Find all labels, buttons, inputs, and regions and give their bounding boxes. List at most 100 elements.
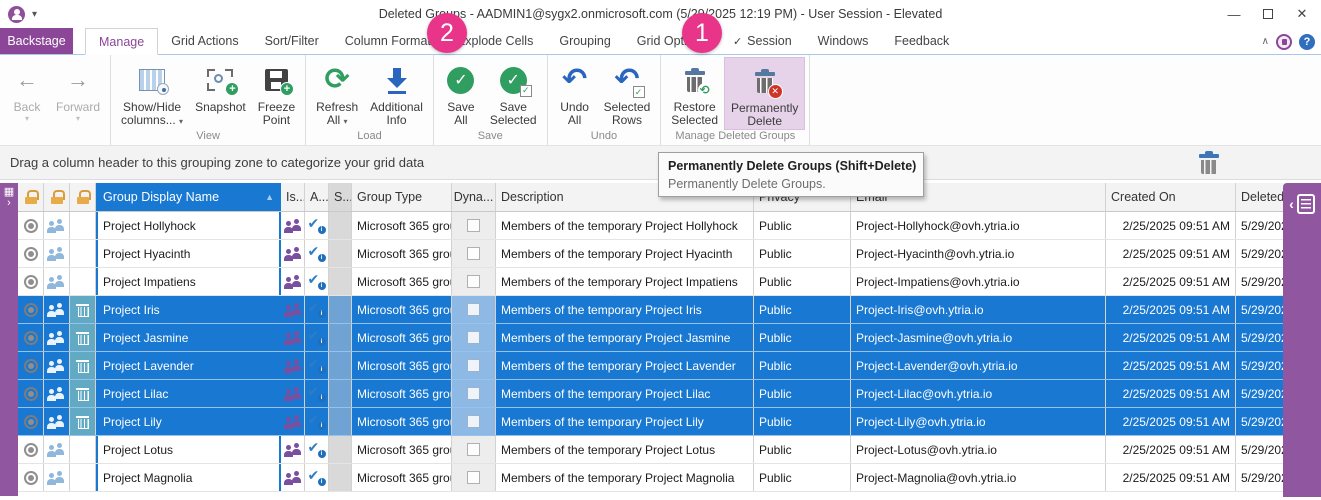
cell-dynamic[interactable] [452,324,496,351]
cell-display-name[interactable]: Project Hollyhock [96,212,281,239]
cell-description[interactable]: Members of the temporary Project Impatie… [496,268,754,295]
row-delete-flag-cell[interactable] [70,352,96,379]
cell-display-name[interactable]: Project Jasmine [96,324,281,351]
cell-privacy[interactable]: Public [754,352,851,379]
cell-group-type[interactable]: Microsoft 365 group [352,436,452,463]
row-delete-flag-cell[interactable] [70,268,96,295]
cell-display-name[interactable]: Project Iris [96,296,281,323]
cell-is-teams[interactable] [281,212,305,239]
tab-grouping[interactable]: Grouping [546,28,623,54]
cell-additional-info[interactable]: ✔i [305,296,329,323]
cell-email[interactable]: Project-Magnolia@ovh.ytria.io [851,464,1106,491]
header-dynamic[interactable]: Dyna... [452,183,496,211]
tab-manage[interactable]: Manage [85,28,158,55]
cell-s[interactable] [329,464,352,491]
header-lock-2[interactable] [44,183,70,211]
row-focus-cell[interactable] [18,464,44,491]
cell-display-name[interactable]: Project Magnolia [96,464,281,491]
dynamic-checkbox[interactable] [467,219,480,232]
cell-display-name[interactable]: Project Lotus [96,436,281,463]
cell-dynamic[interactable] [452,212,496,239]
dynamic-checkbox[interactable] [467,443,480,456]
row-delete-flag-cell[interactable] [70,408,96,435]
table-row[interactable]: Project Magnolia✔iMicrosoft 365 groupMem… [18,464,1321,492]
cell-privacy[interactable]: Public [754,296,851,323]
cell-email[interactable]: Project-Lily@ovh.ytria.io [851,408,1106,435]
cell-created-on[interactable]: 2/25/2025 09:51 AM [1106,352,1236,379]
table-row[interactable]: Project Lavender✔iMicrosoft 365 groupMem… [18,352,1321,380]
row-members-cell[interactable] [44,268,70,295]
cell-privacy[interactable]: Public [754,268,851,295]
row-members-cell[interactable] [44,380,70,407]
cell-group-type[interactable]: Microsoft 365 group [352,380,452,407]
save-selected-button[interactable]: ✓✓SaveSelected [484,57,543,130]
table-row[interactable]: Project Lily✔iMicrosoft 365 groupMembers… [18,408,1321,436]
dynamic-checkbox[interactable] [467,247,480,260]
row-delete-flag-cell[interactable] [70,212,96,239]
assistant-badge-icon[interactable] [1276,34,1292,50]
header-group-display-name[interactable]: Group Display Name▲ [96,183,281,211]
cell-privacy[interactable]: Public [754,240,851,267]
row-focus-cell[interactable] [18,408,44,435]
cell-dynamic[interactable] [452,268,496,295]
row-focus-cell[interactable] [18,296,44,323]
dynamic-checkbox[interactable] [467,275,480,288]
cell-created-on[interactable]: 2/25/2025 09:51 AM [1106,240,1236,267]
cell-is-teams[interactable] [281,464,305,491]
cell-additional-info[interactable]: ✔i [305,240,329,267]
cell-description[interactable]: Members of the temporary Project Lavende… [496,352,754,379]
collapse-ribbon-icon[interactable]: ∧ [1262,36,1269,47]
cell-s[interactable] [329,408,352,435]
cell-display-name[interactable]: Project Lavender [96,352,281,379]
dynamic-checkbox[interactable] [467,471,480,484]
cell-email[interactable]: Project-Hollyhock@ovh.ytria.io [851,212,1106,239]
cell-email[interactable]: Project-Lotus@ovh.ytria.io [851,436,1106,463]
header-lock-3[interactable] [70,183,96,211]
cell-additional-info[interactable]: ✔i [305,464,329,491]
cell-created-on[interactable]: 2/25/2025 09:51 AM [1106,212,1236,239]
cell-display-name[interactable]: Project Lily [96,408,281,435]
row-members-cell[interactable] [44,324,70,351]
close-button[interactable]: ✕ [1287,3,1317,25]
row-members-cell[interactable] [44,240,70,267]
permanently-delete-button[interactable]: ✕PermanentlyDelete [724,57,805,130]
table-row[interactable]: Project Hyacinth✔iMicrosoft 365 groupMem… [18,240,1321,268]
header-lock-1[interactable] [18,183,44,211]
refresh-all-button[interactable]: ⟳RefreshAll ▾ [310,57,364,130]
row-focus-cell[interactable] [18,212,44,239]
cell-additional-info[interactable]: ✔i [305,352,329,379]
cell-privacy[interactable]: Public [754,324,851,351]
cell-created-on[interactable]: 2/25/2025 09:51 AM [1106,436,1236,463]
cell-description[interactable]: Members of the temporary Project Hollyho… [496,212,754,239]
cell-is-teams[interactable] [281,296,305,323]
cell-group-type[interactable]: Microsoft 365 group [352,464,452,491]
cell-s[interactable] [329,436,352,463]
cell-email[interactable]: Project-Hyacinth@ovh.ytria.io [851,240,1106,267]
cell-s[interactable] [329,268,352,295]
tab-grid-actions[interactable]: Grid Actions [158,28,251,54]
cell-privacy[interactable]: Public [754,408,851,435]
cell-is-teams[interactable] [281,240,305,267]
snapshot-button[interactable]: +Snapshot [189,57,252,130]
table-row[interactable]: Project Impatiens✔iMicrosoft 365 groupMe… [18,268,1321,296]
cell-description[interactable]: Members of the temporary Project Lotus [496,436,754,463]
row-focus-cell[interactable] [18,352,44,379]
row-delete-flag-cell[interactable] [70,436,96,463]
undo-selected-rows-button[interactable]: ↶✓SelectedRows [598,57,657,130]
undo-all-button[interactable]: ↶UndoAll [552,57,598,130]
grid-tools-icon[interactable]: ▦› [0,187,18,209]
dynamic-checkbox[interactable] [467,359,480,372]
dynamic-checkbox[interactable] [467,331,480,344]
cell-dynamic[interactable] [452,408,496,435]
cell-email[interactable]: Project-Impatiens@ovh.ytria.io [851,268,1106,295]
row-delete-flag-cell[interactable] [70,240,96,267]
row-focus-cell[interactable] [18,436,44,463]
cell-email[interactable]: Project-Jasmine@ovh.ytria.io [851,324,1106,351]
cell-email[interactable]: Project-Iris@ovh.ytria.io [851,296,1106,323]
cell-additional-info[interactable]: ✔i [305,408,329,435]
cell-is-teams[interactable] [281,436,305,463]
help-icon[interactable]: ? [1299,34,1315,50]
row-delete-flag-cell[interactable] [70,324,96,351]
cell-s[interactable] [329,352,352,379]
cell-group-type[interactable]: Microsoft 365 group [352,240,452,267]
